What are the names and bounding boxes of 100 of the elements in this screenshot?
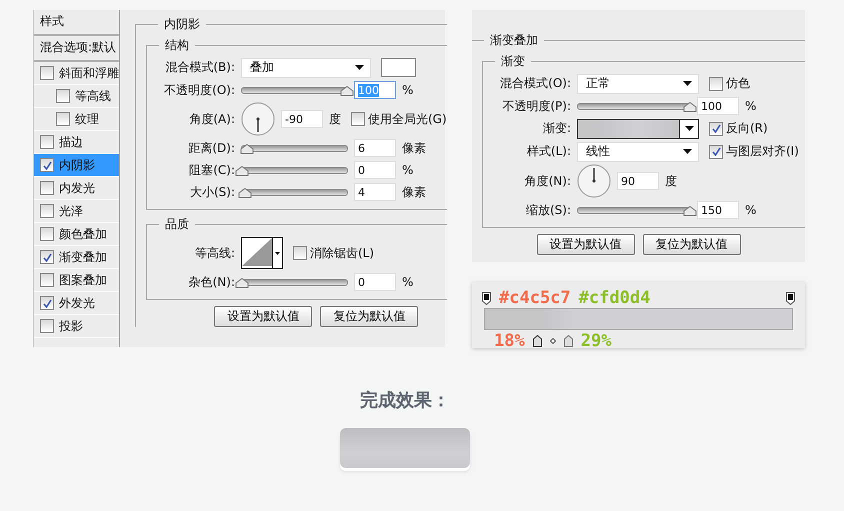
style-list-item[interactable]: 内发光 xyxy=(34,177,119,200)
unit-label: % xyxy=(745,203,756,217)
field-label: 阻塞(C): xyxy=(188,162,235,178)
angle-dial[interactable] xyxy=(241,102,275,136)
number-input[interactable]: 150 xyxy=(697,201,739,219)
checkbox[interactable]: 反向(R) xyxy=(709,120,768,137)
caret-icon xyxy=(355,65,364,70)
dropdown[interactable]: 正常 xyxy=(577,74,699,94)
checkbox[interactable] xyxy=(40,227,54,241)
color-stop-icon[interactable] xyxy=(786,292,795,304)
location-annotation: 29% xyxy=(580,331,612,351)
color-swatch[interactable] xyxy=(381,58,416,77)
style-list-item[interactable]: 光泽 xyxy=(34,200,119,223)
color-annotation: #c4c5c7 xyxy=(499,288,571,308)
slider-thumb[interactable] xyxy=(235,278,249,288)
dialog-button[interactable]: 设置为默认值 xyxy=(536,234,634,255)
unit-label: % xyxy=(402,83,414,97)
style-list-item[interactable]: 渐变叠加 xyxy=(34,246,119,269)
checkbox[interactable] xyxy=(40,181,54,195)
dialog-button[interactable]: 复位为默认值 xyxy=(642,234,740,255)
caret-icon xyxy=(684,126,694,131)
checkbox[interactable] xyxy=(56,89,70,103)
dialog-button[interactable]: 复位为默认值 xyxy=(320,306,418,327)
group-title: 品质 xyxy=(164,216,190,233)
checkbox[interactable] xyxy=(40,204,54,218)
caret-icon xyxy=(275,252,280,254)
checkbox[interactable] xyxy=(40,66,54,80)
unit-label: % xyxy=(745,99,756,113)
checkbox[interactable] xyxy=(40,319,54,333)
dropdown[interactable]: 叠加 xyxy=(241,58,371,78)
style-list-item[interactable]: 图案叠加 xyxy=(34,269,119,292)
color-stop-icon[interactable] xyxy=(482,292,491,304)
angle-dial[interactable] xyxy=(577,164,611,198)
group-title: 渐变 xyxy=(500,53,526,70)
field-label: 渐变: xyxy=(542,120,571,137)
unit-label: % xyxy=(402,163,414,177)
checkbox[interactable]: 使用全局光(G) xyxy=(351,110,447,128)
style-list-item[interactable]: 外发光 xyxy=(34,292,119,315)
number-input[interactable]: 0 xyxy=(354,273,396,291)
field-label: 杂色(N): xyxy=(188,274,235,290)
style-list-item[interactable]: 投影 xyxy=(34,315,119,338)
slider-thumb[interactable] xyxy=(340,86,354,96)
color-stop-icon[interactable] xyxy=(564,335,573,347)
section-title: 渐变叠加 xyxy=(489,32,539,49)
midpoint-icon[interactable] xyxy=(550,338,556,344)
checkmark-icon xyxy=(42,252,52,262)
contour-picker[interactable] xyxy=(241,237,283,269)
slider-thumb[interactable] xyxy=(683,102,697,112)
number-input[interactable]: 90 xyxy=(617,172,659,190)
number-input[interactable]: 4 xyxy=(354,183,396,201)
color-annotation: #cfd0d4 xyxy=(578,288,650,308)
slider-thumb[interactable] xyxy=(238,188,252,198)
style-list-item[interactable]: 等高线 xyxy=(34,85,119,108)
style-list-item[interactable]: 纹理 xyxy=(34,108,119,131)
caret-icon xyxy=(683,149,692,154)
blend-options-item[interactable]: 混合选项:默认 xyxy=(34,36,119,62)
checkmark-icon xyxy=(712,124,720,133)
checkmark-icon xyxy=(42,160,52,170)
location-annotation: 18% xyxy=(494,331,525,351)
checkbox[interactable]: 仿色 xyxy=(709,75,750,92)
checkbox[interactable] xyxy=(40,273,54,287)
unit-label: 像素 xyxy=(402,140,426,156)
checkbox[interactable]: 消除锯齿(L) xyxy=(293,244,374,262)
field-label: 不透明度(P): xyxy=(501,98,571,114)
field-label: 角度(A): xyxy=(188,110,235,128)
unit-label: 度 xyxy=(329,110,341,128)
field-label: 缩放(S): xyxy=(524,202,571,218)
slider-thumb[interactable] xyxy=(240,144,254,154)
color-stop-icon[interactable] xyxy=(532,335,542,347)
unit-label: 像素 xyxy=(402,184,426,200)
checkbox[interactable] xyxy=(40,158,54,172)
field-label: 等高线: xyxy=(194,244,235,262)
gradient-picker[interactable] xyxy=(577,118,699,138)
field-label: 样式(L): xyxy=(526,143,571,160)
checkbox[interactable] xyxy=(40,296,54,310)
slider-thumb[interactable] xyxy=(235,166,249,176)
checkbox[interactable] xyxy=(56,112,70,126)
number-input[interactable]: 0 xyxy=(354,161,396,179)
group-title: 结构 xyxy=(164,37,190,54)
field-label: 不透明度(O): xyxy=(163,82,235,98)
checkbox[interactable] xyxy=(40,250,54,264)
slider-thumb[interactable] xyxy=(683,206,697,216)
field-label: 大小(S): xyxy=(188,184,235,200)
field-label: 混合模式(B): xyxy=(164,59,235,76)
style-list-item[interactable]: 颜色叠加 xyxy=(34,223,119,246)
number-input[interactable]: 6 xyxy=(354,139,396,157)
checkmark-icon xyxy=(712,147,720,156)
style-list-item[interactable]: 内阴影 xyxy=(34,154,119,177)
result-heading: 完成效果： xyxy=(360,389,450,412)
style-list-item[interactable]: 斜面和浮雕 xyxy=(34,62,119,85)
checkbox[interactable]: 与图层对齐(I) xyxy=(709,143,799,160)
dropdown[interactable]: 线性 xyxy=(577,142,699,162)
number-input[interactable]: 100 xyxy=(697,97,739,115)
field-label: 角度(N): xyxy=(524,172,571,190)
field-label: 距离(D): xyxy=(187,140,235,156)
number-input[interactable]: -90 xyxy=(281,110,323,128)
list-header: 样式 xyxy=(34,10,119,36)
checkbox[interactable] xyxy=(40,135,54,149)
caret-icon xyxy=(683,81,692,86)
dialog-button[interactable]: 设置为默认值 xyxy=(214,306,312,327)
